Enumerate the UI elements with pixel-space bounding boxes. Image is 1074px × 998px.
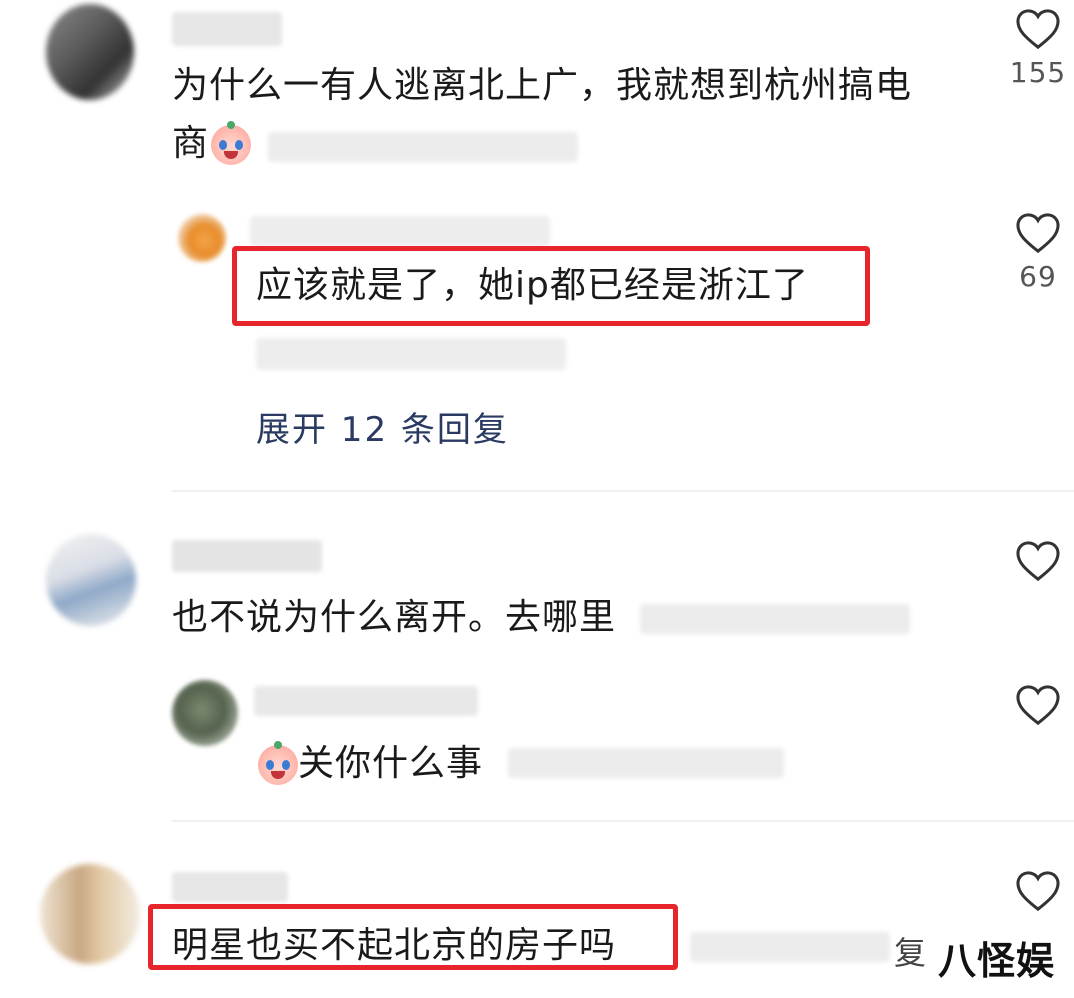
reply-text-content: 关你什么事 (298, 743, 484, 784)
comment-text: 明星也买不起北京的房子吗 (172, 925, 617, 966)
reply-text: 应该就是了，她ip都已经是浙江了 (256, 265, 809, 306)
reply-like-button[interactable] (1008, 684, 1068, 726)
reply-avatar[interactable] (178, 214, 226, 262)
reply-like-button[interactable]: 69 (1008, 212, 1068, 293)
reply-avatar[interactable] (172, 680, 238, 746)
comment-meta-blurred (640, 604, 910, 634)
heart-icon (1016, 9, 1060, 50)
divider (172, 490, 1074, 492)
heart-icon (1016, 213, 1060, 254)
comment-text-line1: 为什么一有人逃离北上广，我就想到杭州搞电 (172, 65, 913, 106)
like-button[interactable] (1008, 870, 1068, 912)
comment-text-line2: 商 (172, 121, 252, 166)
comment-text-tail: 商 (172, 123, 210, 164)
reply-username-blurred[interactable] (254, 686, 478, 716)
comment-text: 为什么一有人逃离北上广，我就想到杭州搞电 (172, 64, 912, 108)
like-count: 155 (1009, 56, 1067, 89)
reply-meta-blurred (256, 338, 566, 370)
username-blurred[interactable] (172, 872, 288, 902)
comment-meta-blurred (690, 932, 890, 962)
heart-icon (1016, 685, 1060, 726)
like-button[interactable] (1008, 540, 1068, 582)
heart-icon (1016, 871, 1060, 912)
reply-text: 关你什么事 (256, 741, 484, 786)
username-blurred[interactable] (172, 540, 322, 572)
crying-emoji-icon (258, 741, 298, 785)
comment-text: 也不说为什么离开。去哪里 (172, 597, 617, 638)
username-blurred[interactable] (172, 12, 282, 46)
comment-meta-tail: 复 (894, 934, 927, 972)
expand-replies-link[interactable]: 展开 12 条回复 (256, 402, 509, 451)
divider (172, 820, 1074, 822)
avatar[interactable] (40, 864, 140, 964)
like-button[interactable]: 155 (1008, 8, 1068, 89)
heart-icon (1016, 541, 1060, 582)
reply-meta-blurred (508, 748, 784, 778)
crying-emoji-icon (211, 121, 252, 165)
like-count: 69 (1019, 260, 1057, 293)
comment-meta-blurred (268, 132, 578, 162)
avatar[interactable] (46, 4, 134, 100)
reply-username-blurred[interactable] (250, 216, 550, 246)
watermark: 八怪娱 (938, 939, 1056, 983)
avatar[interactable] (46, 534, 136, 626)
